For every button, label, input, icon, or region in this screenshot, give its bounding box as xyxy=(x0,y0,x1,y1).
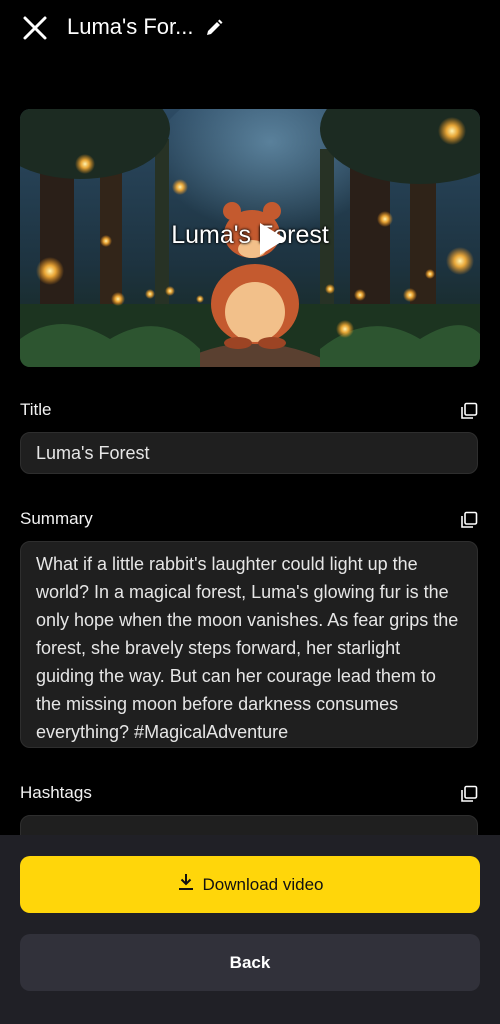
copy-icon[interactable] xyxy=(460,511,478,529)
page-title: Luma's For... xyxy=(67,14,194,39)
summary-field[interactable]: What if a little rabbit's laughter could… xyxy=(20,541,478,748)
download-video-button[interactable]: Download video xyxy=(20,856,480,913)
title-field[interactable]: Luma's Forest xyxy=(20,432,478,474)
download-video-label: Download video xyxy=(202,874,324,894)
video-preview[interactable]: Luma's Forest xyxy=(20,109,480,367)
title-label: Title xyxy=(20,400,52,419)
top-bar: Luma's For... xyxy=(0,0,500,58)
copy-icon[interactable] xyxy=(460,402,478,420)
close-icon[interactable] xyxy=(20,13,50,43)
summary-label: Summary xyxy=(20,509,93,528)
bottom-action-panel: Download video Back xyxy=(0,835,500,1024)
back-button[interactable]: Back xyxy=(20,934,480,991)
download-icon xyxy=(177,873,195,896)
pencil-icon[interactable] xyxy=(204,18,224,38)
copy-icon[interactable] xyxy=(460,785,478,803)
play-icon[interactable] xyxy=(252,219,292,259)
hashtags-label: Hashtags xyxy=(20,783,92,802)
video-overlay-title: Luma's Forest xyxy=(171,221,329,249)
